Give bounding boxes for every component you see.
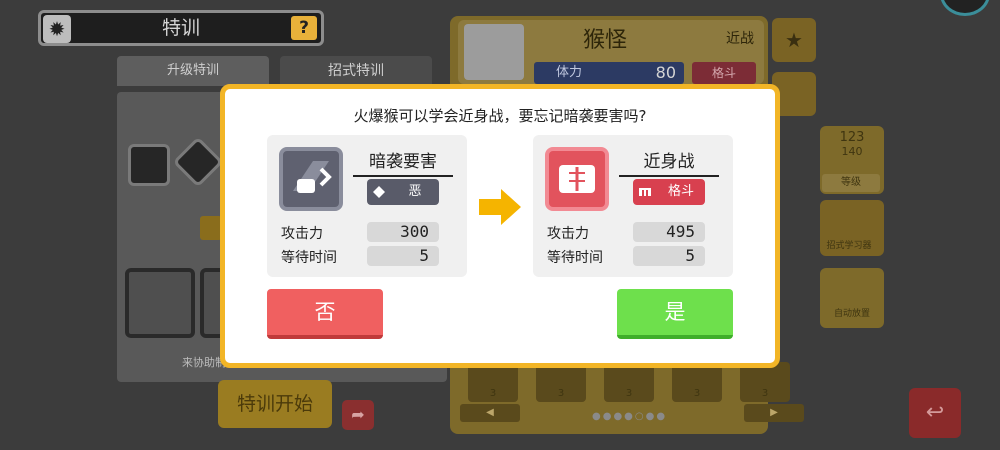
star-icon[interactable]: ★: [772, 18, 816, 62]
card-count: 3: [693, 388, 701, 399]
attack-label: 攻击力: [547, 226, 589, 242]
old-move-card: 暗袭要害 恶 攻击力 300 等待时间 5: [267, 135, 467, 277]
new-move-name: 近身战: [619, 147, 719, 177]
page-title: 特训: [161, 17, 200, 39]
move-node-icon[interactable]: [128, 144, 170, 186]
hp-value: 80: [655, 63, 676, 82]
card-count: 3: [761, 388, 769, 399]
wait-label: 等待时间: [547, 250, 603, 266]
header-bar: ✹ 特训 ?: [38, 10, 324, 46]
forget-move-dialog: 火爆猴可以学会近身战，要忘记暗袭要害吗? 暗袭要害 恶 攻击力 300 等待时间…: [220, 84, 780, 368]
tab-level-training[interactable]: 升级特训: [117, 56, 269, 86]
card-count: 3: [625, 388, 633, 399]
arrow-right-icon: [479, 189, 521, 225]
helper-slot[interactable]: [125, 268, 195, 338]
gear-icon[interactable]: ✹: [43, 15, 71, 43]
corner-status-icon: [940, 0, 990, 16]
tab-move-training[interactable]: 招式特训: [280, 56, 432, 86]
level-current: 123: [839, 130, 865, 145]
new-attack-value: 495: [633, 222, 705, 242]
card-count: 3: [557, 388, 565, 399]
old-move-type: 恶: [408, 184, 422, 199]
diamond-icon: [373, 186, 385, 198]
old-wait-value: 5: [367, 246, 439, 266]
yes-button[interactable]: 是: [617, 289, 733, 339]
wait-label: 等待时间: [281, 250, 337, 266]
fight-type-badge: 格斗: [692, 62, 756, 84]
new-wait-value: 5: [633, 246, 705, 266]
page-dots: ●●●●○●●: [592, 411, 668, 422]
card-count: 3: [489, 388, 497, 399]
fight-type-chip: 格斗: [633, 179, 705, 205]
monster-portrait: [464, 24, 524, 80]
attack-label: 攻击力: [281, 226, 323, 242]
dark-type-chip: 恶: [367, 179, 439, 205]
level-max: 140: [841, 145, 863, 158]
start-training-button[interactable]: 特训开始: [218, 380, 332, 428]
back-button[interactable]: ↩: [909, 388, 961, 438]
marker-icon: [200, 216, 222, 240]
level-label: 等级: [822, 174, 880, 192]
skill-learner-label: 招式学习器: [826, 241, 872, 251]
new-move-card: 近身战 格斗 攻击力 495 等待时间 5: [533, 135, 733, 277]
next-page-button[interactable]: ▶: [744, 404, 804, 422]
new-move-type: 格斗: [667, 184, 694, 199]
auto-place-label: 自动放置: [833, 309, 870, 319]
prev-page-button[interactable]: ◀: [460, 404, 520, 422]
dark-move-icon: [279, 147, 343, 211]
fist-icon: [639, 188, 651, 196]
old-attack-value: 300: [367, 222, 439, 242]
fight-move-icon: [545, 147, 609, 211]
auto-place-button[interactable]: [820, 268, 884, 328]
help-button[interactable]: ?: [291, 16, 317, 40]
hp-bar: 体力 80: [534, 62, 684, 84]
no-button[interactable]: 否: [267, 289, 383, 339]
share-arrow-icon[interactable]: ➦: [342, 400, 374, 430]
hp-label: 体力: [556, 65, 583, 80]
monster-name: 猴怪: [582, 28, 627, 53]
old-move-name: 暗袭要害: [353, 147, 453, 177]
dialog-question: 火爆猴可以学会近身战，要忘记暗袭要害吗?: [353, 107, 647, 125]
monster-type: 近战: [726, 31, 754, 47]
